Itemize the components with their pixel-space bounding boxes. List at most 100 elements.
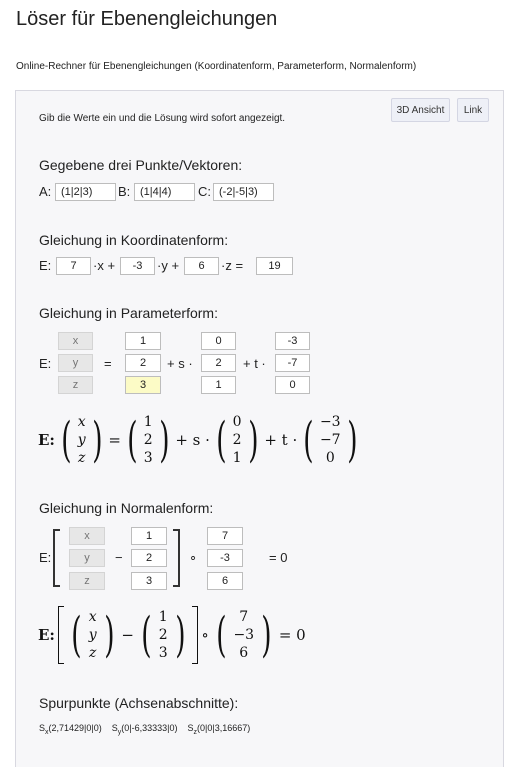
normal-form-minus: −: [115, 550, 123, 565]
normal-formula-e-label: E:: [38, 626, 55, 644]
vector-entry: y: [88, 627, 97, 643]
coefficient-d-input[interactable]: [256, 257, 293, 275]
coefficient-c-input[interactable]: [184, 257, 219, 275]
coefficient-b-input[interactable]: [120, 257, 155, 275]
vector-entry: −3: [233, 627, 255, 643]
normal-form-heading: Gleichung in Normalenform:: [39, 500, 214, 516]
z-placeholder-field: [58, 376, 93, 394]
points-heading: Gegebene drei Punkte/Vektoren:: [39, 157, 243, 173]
left-paren: (: [216, 412, 227, 468]
normal-vector-y-input[interactable]: [207, 549, 243, 567]
vector-entry: 3: [158, 645, 168, 661]
vector-entry: z: [77, 450, 86, 466]
direction-t-x-input[interactable]: [275, 332, 310, 350]
normal-vector-z-input[interactable]: [207, 572, 243, 590]
trace-points-heading: Spurpunkte (Achsenabschnitte):: [39, 695, 239, 711]
direction-s-vector: 0 2 1: [233, 413, 242, 467]
normal-vector: 7 −3 6: [233, 608, 254, 662]
page-subtitle: Online-Rechner für Ebenengleichungen (Ko…: [16, 61, 417, 72]
vector-entry: 0: [325, 450, 335, 466]
vector-entry: 1: [143, 414, 153, 430]
formula-equals-zero: = 0: [278, 626, 306, 644]
right-paren: ): [91, 412, 103, 468]
point-a-input[interactable]: [55, 183, 116, 201]
vector-entry: 0: [232, 414, 242, 430]
vector-entry: 7: [239, 609, 249, 625]
left-paren: (: [303, 412, 314, 468]
formula-t-term: + t ·: [264, 431, 298, 449]
trace-point-z: Sz(0|0|3,16667): [187, 723, 251, 736]
left-bracket: [57, 606, 64, 664]
parameter-form-heading: Gleichung in Parameterform:: [39, 305, 218, 321]
normal-support-x-input[interactable]: [131, 527, 167, 545]
right-paren: ): [261, 607, 272, 663]
y-placeholder-field: [69, 549, 105, 567]
vector-entry: 1: [158, 609, 168, 625]
left-paren: (: [71, 607, 82, 663]
parameter-form-e-label: E:: [39, 356, 52, 371]
intro-text: Gib die Werte ein und die Lösung wird so…: [39, 113, 286, 124]
point-c-label: C:: [198, 184, 211, 199]
vector-entry: 6: [239, 645, 249, 661]
right-bracket: [173, 529, 180, 587]
vector-entry: 1: [232, 450, 242, 466]
coordinate-form-heading: Gleichung in Koordinatenform:: [39, 232, 229, 248]
vector-entry: y: [77, 432, 86, 448]
vector-entry: x: [77, 414, 86, 430]
right-paren: ): [158, 412, 170, 468]
coefficient-a-input[interactable]: [56, 257, 91, 275]
y-term-label: ·y +: [157, 258, 180, 273]
direction-s-z-input[interactable]: [201, 376, 236, 394]
support-z-input[interactable]: [125, 376, 161, 394]
trace-point-x: Sx(2,71429|0|0): [39, 723, 102, 736]
vector-entry: 2: [232, 432, 242, 448]
z-term-label: ·z =: [221, 258, 244, 273]
vector-entry: 2: [143, 432, 153, 448]
normal-form-formula: E: ( x y z ) − ( 1 2 3 ) ∘ ( 7 −3 6 ) = …: [38, 604, 306, 666]
left-paren: (: [215, 607, 227, 663]
direction-s-y-input[interactable]: [201, 354, 236, 372]
link-button[interactable]: Link: [457, 98, 489, 122]
support-vector: 1 2 3: [144, 413, 153, 467]
normal-support-y-input[interactable]: [131, 549, 167, 567]
t-term-label: + t ·: [243, 356, 266, 371]
variables-vector: x y z: [78, 413, 86, 467]
direction-t-vector: −3 −7 0: [320, 413, 341, 467]
support-x-input[interactable]: [125, 332, 161, 350]
formula-s-term: + s ·: [175, 431, 210, 449]
parameter-form-equals: =: [104, 356, 112, 371]
x-term-label: ·x +: [93, 258, 116, 273]
normal-vector-x-input[interactable]: [207, 527, 243, 545]
vector-entry: z: [88, 645, 97, 661]
z-placeholder-field: [69, 572, 105, 590]
formula-dot: ∘: [201, 626, 209, 644]
normal-form-dot: ∘: [189, 550, 198, 565]
3d-view-button[interactable]: 3D Ansicht: [391, 98, 450, 122]
right-paren: ): [247, 412, 259, 468]
trace-point-y: Sy(0|-6,33333|0): [111, 723, 178, 736]
formula-equals: =: [108, 431, 121, 449]
normal-form-e-label: E:: [39, 550, 52, 565]
trace-points-list: Sx(2,71429|0|0) Sy(0|-6,33333|0) Sz(0|0|…: [39, 723, 250, 736]
parameter-formula-e-label: E:: [38, 431, 55, 449]
variables-vector: x y z: [89, 608, 97, 662]
point-c-input[interactable]: [213, 183, 274, 201]
point-a-label: A:: [39, 184, 52, 199]
support-y-input[interactable]: [125, 354, 161, 372]
support-vector: 1 2 3: [159, 608, 168, 662]
right-paren: ): [346, 412, 358, 468]
vector-entry: −3: [319, 414, 341, 430]
point-b-label: B:: [118, 184, 131, 199]
direction-s-x-input[interactable]: [201, 332, 236, 350]
direction-t-y-input[interactable]: [275, 354, 310, 372]
page-title: Löser für Ebenengleichungen: [16, 8, 278, 30]
direction-t-z-input[interactable]: [275, 376, 310, 394]
x-placeholder-field: [69, 527, 105, 545]
normal-support-z-input[interactable]: [131, 572, 167, 590]
parameter-form-formula: E: ( x y z ) = ( 1 2 3 ) + s · ( 0 2 1 )…: [38, 410, 361, 470]
left-bracket: [53, 529, 60, 587]
right-paren: ): [174, 607, 186, 663]
point-b-input[interactable]: [134, 183, 195, 201]
s-term-label: + s ·: [167, 356, 193, 371]
vector-entry: x: [88, 609, 97, 625]
